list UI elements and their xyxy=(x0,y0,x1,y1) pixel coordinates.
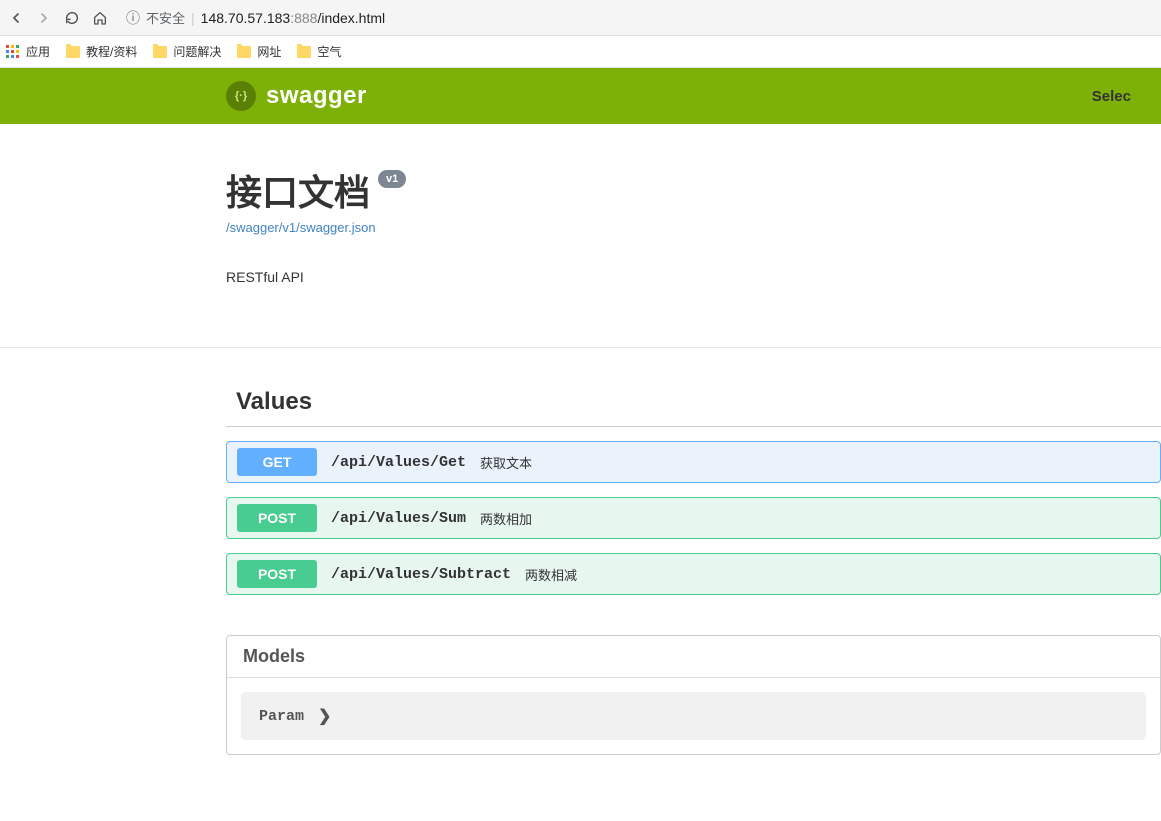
bookmark-item-3[interactable]: 空气 xyxy=(297,43,341,60)
bookmark-label: 问题解决 xyxy=(173,43,221,60)
api-description: RESTful API xyxy=(226,269,1161,285)
reload-button[interactable] xyxy=(62,8,82,28)
swagger-logo[interactable]: {·} swagger xyxy=(226,81,367,111)
arrow-left-icon xyxy=(8,10,24,26)
folder-icon xyxy=(297,46,311,58)
operation-description: 获取文本 xyxy=(480,453,532,472)
home-icon xyxy=(92,10,108,26)
folder-icon xyxy=(66,46,80,58)
apps-label: 应用 xyxy=(26,43,50,60)
operation-post-sum[interactable]: POST /api/Values/Sum 两数相加 xyxy=(226,497,1161,539)
operation-post-subtract[interactable]: POST /api/Values/Subtract 两数相减 xyxy=(226,553,1161,595)
chevron-right-icon: ❯ xyxy=(318,706,331,726)
folder-icon xyxy=(153,46,167,58)
version-badge: v1 xyxy=(378,170,406,188)
method-badge: POST xyxy=(237,504,317,532)
url-text: 148.70.57.183:888/index.html xyxy=(201,10,385,26)
bookmark-item-2[interactable]: 网址 xyxy=(237,43,281,60)
apps-icon xyxy=(6,45,20,59)
method-badge: GET xyxy=(237,448,317,476)
select-spec-label[interactable]: Selec xyxy=(1092,88,1131,105)
swagger-logo-icon: {·} xyxy=(226,81,256,111)
swagger-json-link[interactable]: /swagger/v1/swagger.json xyxy=(226,220,376,235)
bookmark-label: 空气 xyxy=(317,43,341,60)
operation-path: /api/Values/Sum xyxy=(331,510,466,527)
page-title: 接口文档 xyxy=(226,164,370,216)
home-button[interactable] xyxy=(90,8,110,28)
operations-section: Values GET /api/Values/Get 获取文本 POST /ap… xyxy=(0,348,1161,755)
model-name: Param xyxy=(259,708,304,725)
back-button[interactable] xyxy=(6,8,26,28)
bookmark-label: 教程/资料 xyxy=(86,43,137,60)
bookmark-item-0[interactable]: 教程/资料 xyxy=(66,43,137,60)
operation-description: 两数相减 xyxy=(525,565,577,584)
forward-button[interactable] xyxy=(34,8,54,28)
models-header[interactable]: Models xyxy=(227,636,1160,678)
address-bar[interactable]: ⓘ 不安全 | 148.70.57.183:888/index.html xyxy=(118,5,1155,31)
swagger-logo-text: swagger xyxy=(266,82,367,110)
api-info: 接口文档 v1 /swagger/v1/swagger.json RESTful… xyxy=(0,124,1161,285)
security-status: 不安全 xyxy=(146,8,185,27)
swagger-header: {·} swagger Selec xyxy=(0,68,1161,124)
arrow-right-icon xyxy=(36,10,52,26)
bookmark-item-1[interactable]: 问题解决 xyxy=(153,43,221,60)
operation-path: /api/Values/Get xyxy=(331,454,466,471)
reload-icon xyxy=(64,10,80,26)
operation-path: /api/Values/Subtract xyxy=(331,566,511,583)
bookmark-label: 网址 xyxy=(257,43,281,60)
method-badge: POST xyxy=(237,560,317,588)
browser-toolbar: ⓘ 不安全 | 148.70.57.183:888/index.html xyxy=(0,0,1161,36)
section-title[interactable]: Values xyxy=(226,378,1161,427)
operation-get-values[interactable]: GET /api/Values/Get 获取文本 xyxy=(226,441,1161,483)
bookmarks-bar: 应用 教程/资料 问题解决 网址 空气 xyxy=(0,36,1161,68)
apps-button[interactable]: 应用 xyxy=(6,43,50,60)
models-box: Models Param ❯ xyxy=(226,635,1161,755)
operation-description: 两数相加 xyxy=(480,509,532,528)
folder-icon xyxy=(237,46,251,58)
model-item-param[interactable]: Param ❯ xyxy=(241,692,1146,740)
info-icon: ⓘ xyxy=(126,8,140,28)
